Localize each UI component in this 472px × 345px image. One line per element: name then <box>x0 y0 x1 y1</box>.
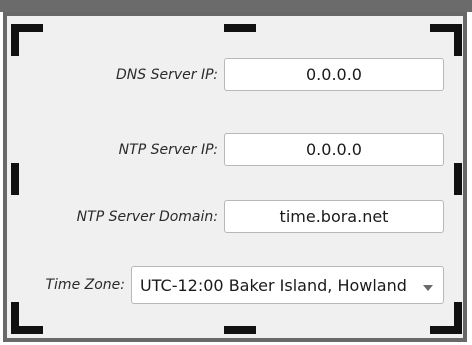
time-zone-selected-value: UTC-12:00 Baker Island, Howland Island <box>140 276 410 295</box>
time-zone-label: Time Zone: <box>45 277 125 293</box>
resize-handle-top-left-vertical[interactable] <box>11 24 19 56</box>
network-settings-frame: DNS Server IP: NTP Server IP: NTP Server… <box>0 0 472 345</box>
resize-handle-left[interactable] <box>11 163 19 195</box>
resize-handle-top-right-vertical[interactable] <box>454 24 462 56</box>
resize-handle-bottom-right-vertical[interactable] <box>454 302 462 334</box>
resize-handle-top[interactable] <box>224 24 256 32</box>
ntp-server-domain-label: NTP Server Domain: <box>76 209 218 225</box>
ntp-server-ip-field[interactable] <box>224 133 444 166</box>
ntp-server-ip-label: NTP Server IP: <box>118 142 218 158</box>
dns-server-ip-label: DNS Server IP: <box>116 67 218 83</box>
ntp-server-domain-field[interactable] <box>224 200 444 233</box>
dns-server-ip-field[interactable] <box>224 58 444 91</box>
resize-handle-right[interactable] <box>454 163 462 195</box>
top-bar <box>0 0 472 12</box>
resize-handle-bottom[interactable] <box>224 326 256 334</box>
time-zone-select[interactable]: UTC-12:00 Baker Island, Howland Island <box>131 266 444 304</box>
chevron-down-icon[interactable] <box>423 285 433 291</box>
resize-handle-bottom-left-vertical[interactable] <box>11 302 19 334</box>
